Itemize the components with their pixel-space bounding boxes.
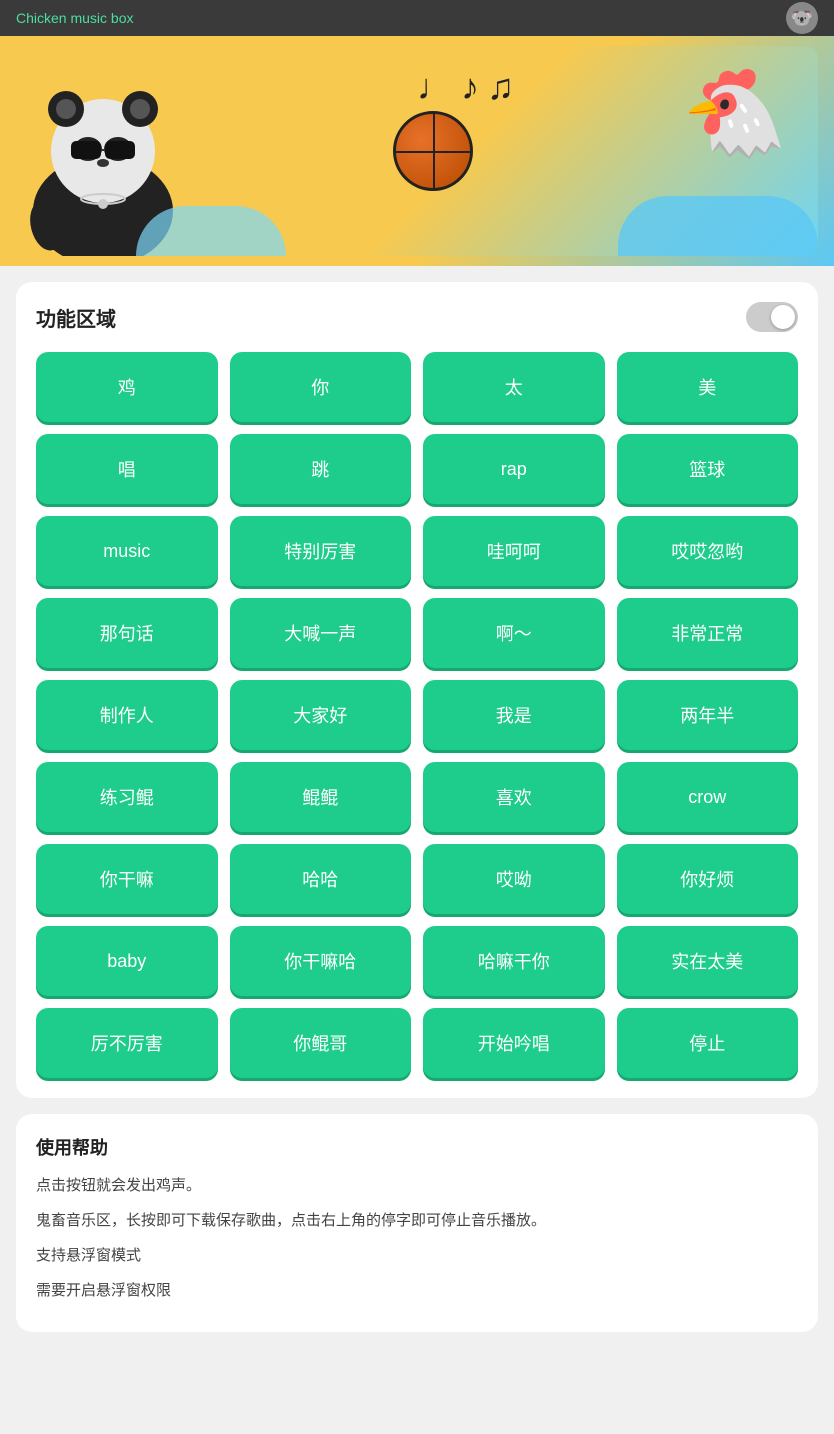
music-button-7[interactable]: 篮球 xyxy=(617,434,799,504)
avatar[interactable]: 🐨 xyxy=(786,2,818,34)
music-button-32[interactable]: 厉不厉害 xyxy=(36,1008,218,1078)
toggle-switch[interactable] xyxy=(746,302,798,332)
music-button-28[interactable]: baby xyxy=(36,926,218,996)
music-button-4[interactable]: 唱 xyxy=(36,434,218,504)
music-button-26[interactable]: 哎呦 xyxy=(423,844,605,914)
help-line: 需要开启悬浮窗权限 xyxy=(36,1277,798,1304)
banner: ♩♪♫ 🐔 xyxy=(0,36,834,266)
music-button-20[interactable]: 练习鲲 xyxy=(36,762,218,832)
music-button-14[interactable]: 啊～ xyxy=(423,598,605,668)
music-button-31[interactable]: 实在太美 xyxy=(617,926,799,996)
music-button-17[interactable]: 大家好 xyxy=(230,680,412,750)
banner-inner: ♩♪♫ 🐔 xyxy=(16,46,818,256)
music-button-24[interactable]: 你干嘛 xyxy=(36,844,218,914)
music-button-19[interactable]: 两年半 xyxy=(617,680,799,750)
section-title: 功能区域 xyxy=(36,303,116,332)
help-title: 使用帮助 xyxy=(36,1134,798,1160)
music-button-21[interactable]: 鲲鲲 xyxy=(230,762,412,832)
section-header: 功能区域 xyxy=(36,302,798,332)
music-button-5[interactable]: 跳 xyxy=(230,434,412,504)
avatar-icon: 🐨 xyxy=(791,8,813,29)
cloud-left xyxy=(136,206,286,256)
music-button-30[interactable]: 哈嘛干你 xyxy=(423,926,605,996)
cloud-right xyxy=(618,196,818,256)
app-title: Chicken music box xyxy=(16,10,134,26)
music-button-9[interactable]: 特别厉害 xyxy=(230,516,412,586)
music-button-23[interactable]: crow xyxy=(617,762,799,832)
music-button-13[interactable]: 大喊一声 xyxy=(230,598,412,668)
help-line: 点击按钮就会发出鸡声。 xyxy=(36,1172,798,1199)
music-button-2[interactable]: 太 xyxy=(423,352,605,422)
header: Chicken music box 🐨 xyxy=(0,0,834,36)
help-line: 鬼畜音乐区，长按即可下载保存歌曲，点击右上角的停字即可停止音乐播放。 xyxy=(36,1207,798,1234)
help-section: 使用帮助 点击按钮就会发出鸡声。鬼畜音乐区，长按即可下载保存歌曲，点击右上角的停… xyxy=(16,1114,818,1332)
music-button-12[interactable]: 那句话 xyxy=(36,598,218,668)
music-button-34[interactable]: 开始吟唱 xyxy=(423,1008,605,1078)
music-button-22[interactable]: 喜欢 xyxy=(423,762,605,832)
chicken-emoji: 🐔 xyxy=(682,71,788,156)
music-button-6[interactable]: rap xyxy=(423,434,605,504)
music-button-10[interactable]: 哇呵呵 xyxy=(423,516,605,586)
music-button-18[interactable]: 我是 xyxy=(423,680,605,750)
music-notes: ♩♪♫ xyxy=(417,66,522,108)
help-text: 点击按钮就会发出鸡声。鬼畜音乐区，长按即可下载保存歌曲，点击右上角的停字即可停止… xyxy=(36,1172,798,1304)
music-button-8[interactable]: music xyxy=(36,516,218,586)
basketball xyxy=(393,111,473,191)
main-card: 功能区域 鸡你太美唱跳rap篮球 music特别厉害哇呵呵哎哎忽哟那句话大喊一声啊… xyxy=(16,282,818,1098)
music-button-3[interactable]: 美 xyxy=(617,352,799,422)
music-button-15[interactable]: 非常正常 xyxy=(617,598,799,668)
music-button-1[interactable]: 你 xyxy=(230,352,412,422)
help-line: 支持悬浮窗模式 xyxy=(36,1242,798,1269)
music-button-27[interactable]: 你好烦 xyxy=(617,844,799,914)
music-button-33[interactable]: 你鲲哥 xyxy=(230,1008,412,1078)
music-button-0[interactable]: 鸡 xyxy=(36,352,218,422)
music-button-16[interactable]: 制作人 xyxy=(36,680,218,750)
music-button-29[interactable]: 你干嘛哈 xyxy=(230,926,412,996)
music-button-35[interactable]: 停止 xyxy=(617,1008,799,1078)
music-button-25[interactable]: 哈哈 xyxy=(230,844,412,914)
button-grid: 鸡你太美唱跳rap篮球 music特别厉害哇呵呵哎哎忽哟那句话大喊一声啊～非常正常… xyxy=(36,352,798,1078)
music-button-11[interactable]: 哎哎忽哟 xyxy=(617,516,799,586)
